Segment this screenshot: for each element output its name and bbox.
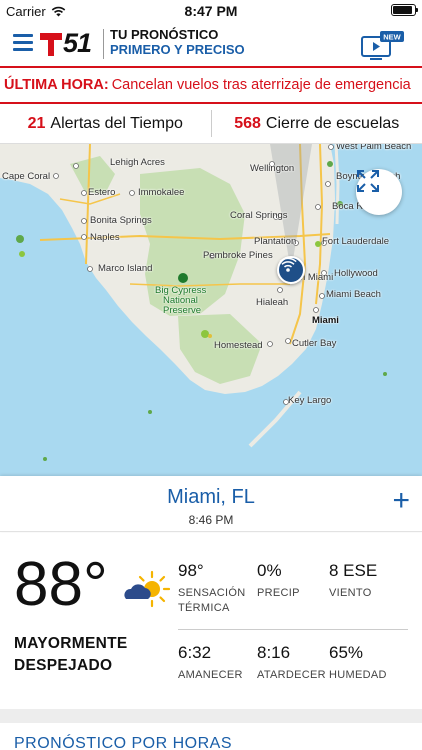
weather-alerts-link[interactable]: 21 Alertas del Tiempo	[0, 104, 211, 143]
map-label-lehigh-acres: Lehigh Acres	[110, 157, 165, 168]
condition-line1: MAYORMENTE	[14, 635, 128, 652]
status-bar: Carrier 8:47 PM	[0, 0, 422, 22]
telemundo-t-icon	[40, 32, 62, 56]
school-closings-label: Cierre de escuelas	[265, 114, 400, 132]
map-label-pembroke-pines: Pembroke Pines	[203, 250, 273, 261]
condition-text: MAYORMENTE DESPEJADO	[14, 633, 128, 677]
map-label-key-largo: Key Largo	[288, 395, 332, 406]
telemundo-51-logo: 51	[40, 28, 92, 59]
school-closings-link[interactable]: 568 Cierre de escuelas	[212, 104, 422, 143]
map-label-hialeah: Hialeah	[256, 297, 289, 308]
stat-label: PRECIP	[257, 587, 300, 599]
breaking-news-bar[interactable]: ÚLTIMA HORA: Cancelan vuelos tras aterri…	[0, 66, 422, 104]
stat-label: ATARDECER	[257, 669, 326, 681]
condition-line2: DESPEJADO	[14, 657, 113, 674]
location-name[interactable]: Miami, FL	[0, 486, 422, 509]
live-tv-icon[interactable]: NEW	[360, 31, 404, 61]
school-closings-count: 568	[234, 114, 261, 132]
stat-sunset: 8:16 ATARDECER	[257, 643, 326, 683]
map-label-hollywood: Hollywood	[334, 268, 378, 279]
expand-icon	[357, 170, 379, 192]
location-bar: Miami, FL 8:46 PM +	[0, 476, 422, 532]
tagline-line1: TU PRONÓSTICO	[110, 27, 219, 42]
stat-humidity: 65% HUMEDAD	[329, 643, 387, 683]
map-label-miami-beach: Miami Beach	[326, 289, 381, 300]
breaking-headline: Cancelan vuelos tras aterrizaje de emerg…	[111, 77, 411, 93]
partly-cloudy-icon	[124, 570, 170, 608]
stat-value: 0%	[257, 561, 282, 580]
stat-label: HUMEDAD	[329, 669, 387, 681]
logo-divider	[103, 29, 104, 59]
logo-number: 51	[63, 28, 92, 58]
stat-value: 65%	[329, 643, 364, 662]
hourly-forecast-title: PRONÓSTICO POR HORAS	[14, 735, 233, 750]
weather-alerts-count: 21	[27, 114, 46, 132]
current-temperature: 88°	[14, 550, 108, 619]
hamburger-menu-icon[interactable]	[13, 34, 33, 51]
stat-sunrise: 6:32 AMANECER	[178, 643, 243, 683]
section-gap	[0, 709, 422, 723]
radar-station-icon[interactable]	[277, 256, 305, 284]
tagline: TU PRONÓSTICO PRIMERO Y PRECISO	[110, 27, 245, 57]
app-header: 51 TU PRONÓSTICO PRIMERO Y PRECISO NEW	[0, 22, 422, 66]
stat-label-line2: TÉRMICA	[178, 602, 230, 614]
map-label-plantation: Plantation	[254, 236, 297, 247]
stat-label-line1: SENSACIÓN	[178, 587, 246, 599]
weather-alerts-label: Alertas del Tiempo	[50, 114, 183, 132]
stat-label: SENSACIÓN TÉRMICA	[178, 586, 246, 616]
stat-value: 8 ESE	[329, 561, 378, 580]
tagline-line2: PRIMERO Y PRECISO	[110, 42, 245, 57]
breaking-label: ÚLTIMA HORA:	[4, 77, 109, 93]
hourly-forecast-section[interactable]: PRONÓSTICO POR HORAS	[0, 723, 422, 750]
map-label-immokalee: Immokalee	[138, 187, 185, 198]
new-badge: NEW	[383, 33, 401, 42]
stat-label: VIENTO	[329, 587, 372, 599]
map-label-cutler-bay: Cutler Bay	[292, 338, 337, 349]
stat-feels-like: 98° SENSACIÓN TÉRMICA	[178, 561, 246, 616]
stat-wind: 8 ESE VIENTO	[329, 561, 377, 601]
add-location-button[interactable]: +	[392, 486, 410, 516]
stats-divider	[178, 629, 408, 630]
status-time: 8:47 PM	[184, 3, 238, 19]
current-conditions: 88° MAYORMENTE DESPEJADO 98° SENSACIÓN T…	[0, 533, 422, 709]
expand-map-button[interactable]	[356, 169, 402, 215]
stat-value: 6:32	[178, 643, 212, 662]
stat-label: AMANECER	[178, 669, 243, 681]
map-label-wellington: Wellington	[250, 163, 295, 174]
map-label-estero: Estero	[88, 187, 116, 198]
map-label-fort-lauderdale: Fort Lauderdale	[322, 236, 390, 247]
alerts-strip: 21 Alertas del Tiempo 568 Cierre de escu…	[0, 104, 422, 144]
stat-precip: 0% PRECIP	[257, 561, 300, 601]
map-label-miami: Miami	[312, 315, 339, 326]
stat-value: 98°	[178, 561, 204, 580]
map-label-preserve: Preserve	[163, 305, 202, 316]
battery-icon	[391, 4, 418, 16]
location-time: 8:46 PM	[188, 513, 234, 527]
stat-value: 8:16	[257, 643, 291, 662]
map-label-naples: Naples	[90, 232, 120, 243]
map-label-coral-springs: Coral Springs	[230, 210, 288, 221]
map-label-west-palm-beach: West Palm Beach	[336, 144, 412, 152]
radar-map[interactable]: West Palm Beach Lehigh Acres Wellington …	[0, 144, 422, 476]
map-label-homestead: Homestead	[214, 340, 263, 351]
map-label-cape-coral: Cape Coral	[2, 171, 51, 182]
map-label-marco-island: Marco Island	[98, 263, 153, 274]
map-label-bonita-springs: Bonita Springs	[90, 215, 152, 226]
